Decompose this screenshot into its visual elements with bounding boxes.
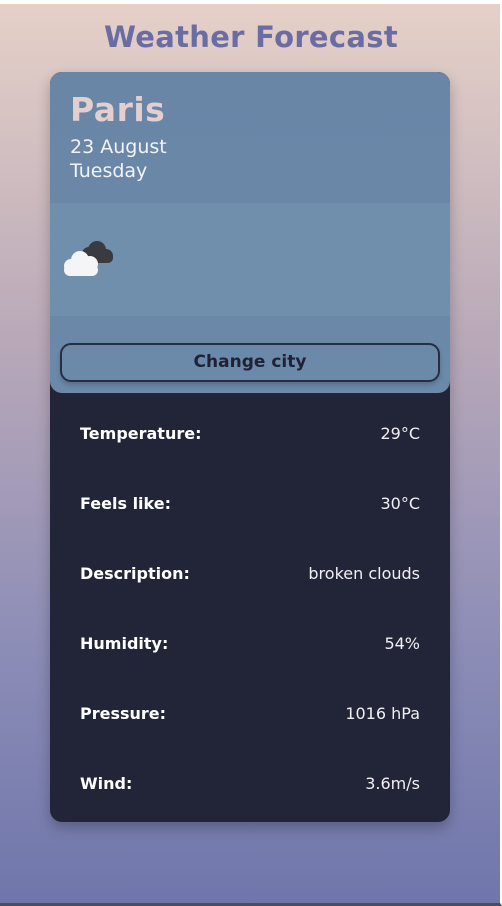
weather-details-list: Temperature: 29°C Feels like: 30°C Descr… [80, 411, 420, 822]
detail-label: Wind: [80, 774, 133, 793]
detail-label: Feels like: [80, 494, 171, 513]
detail-label: Pressure: [80, 704, 167, 723]
weather-card-header: Paris 23 August Tuesday Change city [50, 72, 450, 393]
date-text: 23 August [70, 136, 167, 158]
change-city-button[interactable]: Change city [60, 343, 440, 382]
detail-label: Description: [80, 564, 190, 583]
detail-row-feels-like: Feels like: 30°C [80, 481, 420, 551]
detail-row-wind: Wind: 3.6m/s [80, 761, 420, 822]
weekday-text: Tuesday [70, 160, 148, 182]
detail-row-description: Description: broken clouds [80, 551, 420, 621]
detail-value: 30°C [380, 494, 420, 513]
weather-card: Paris 23 August Tuesday Change city Temp… [50, 72, 450, 822]
detail-row-pressure: Pressure: 1016 hPa [80, 691, 420, 761]
detail-value: 54% [384, 634, 420, 653]
detail-value: 29°C [380, 424, 420, 443]
city-name: Paris [70, 90, 166, 129]
detail-value: 3.6m/s [365, 774, 420, 793]
detail-row-humidity: Humidity: 54% [80, 621, 420, 691]
detail-label: Humidity: [80, 634, 169, 653]
detail-label: Temperature: [80, 424, 202, 443]
detail-row-temperature: Temperature: 29°C [80, 411, 420, 481]
app-title: Weather Forecast [104, 20, 398, 54]
detail-value: broken clouds [308, 564, 420, 583]
detail-value: 1016 hPa [345, 704, 420, 723]
broken-clouds-icon [60, 236, 120, 280]
